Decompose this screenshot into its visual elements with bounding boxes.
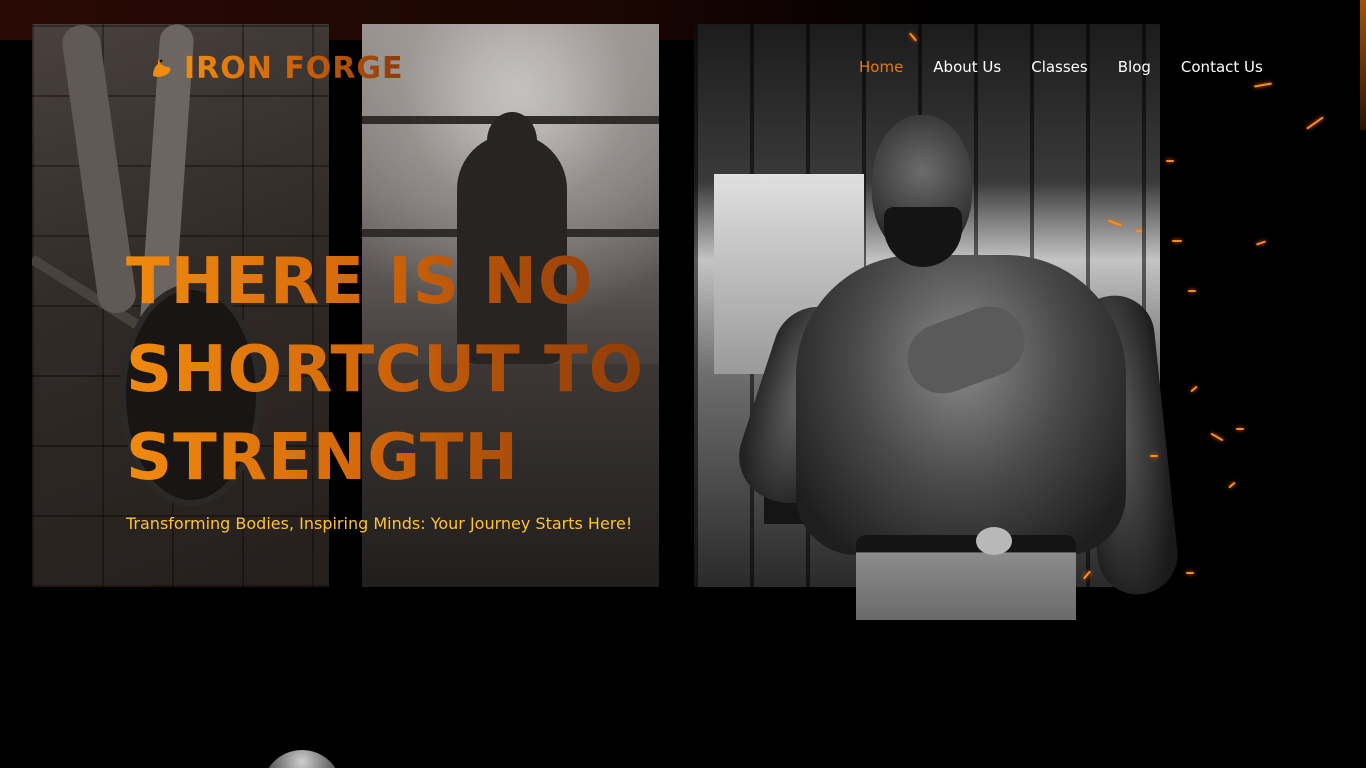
spark	[1228, 481, 1236, 489]
nav-about-us[interactable]: About Us	[933, 58, 1001, 76]
spark	[1306, 116, 1324, 130]
edge-glow	[1360, 0, 1366, 130]
brand-logo[interactable]: IRON FORGE	[148, 50, 404, 86]
belt-buckle	[976, 527, 1012, 555]
hero-subtitle: Transforming Bodies, Inspiring Minds: Yo…	[126, 514, 633, 533]
spark	[1172, 240, 1182, 242]
spark	[1190, 385, 1198, 393]
nav-blog[interactable]: Blog	[1118, 58, 1151, 76]
spark	[1186, 572, 1194, 574]
spark	[1166, 160, 1174, 162]
nav-contact-us[interactable]: Contact Us	[1181, 58, 1263, 76]
nav-home[interactable]: Home	[859, 58, 903, 76]
flexed-bicep-icon	[148, 55, 174, 81]
hero-title-line: STRENGTH	[126, 421, 519, 495]
hero-title-line: SHORTCUT TO	[126, 333, 645, 407]
hero-title: THERE IS NO SHORTCUT TO STRENGTH	[126, 238, 766, 502]
spark	[1150, 455, 1158, 457]
spark	[1236, 428, 1244, 430]
brand-name: IRON FORGE	[184, 50, 404, 86]
hero-title-line: THERE IS NO	[126, 245, 594, 319]
spark	[1136, 230, 1142, 232]
spark	[1210, 432, 1224, 442]
bodybuilder-image	[727, 115, 1182, 620]
landing-page: IRON FORGE Home About Us Classes Blog Co…	[0, 0, 1366, 768]
main-nav: Home About Us Classes Blog Contact Us	[859, 58, 1263, 76]
athlete-shorts	[856, 535, 1076, 620]
next-section-image	[262, 750, 342, 768]
spark	[1255, 240, 1267, 246]
nav-classes[interactable]: Classes	[1031, 58, 1088, 76]
spark	[1253, 82, 1273, 88]
athlete-torso	[796, 255, 1126, 555]
spark	[1188, 290, 1196, 292]
